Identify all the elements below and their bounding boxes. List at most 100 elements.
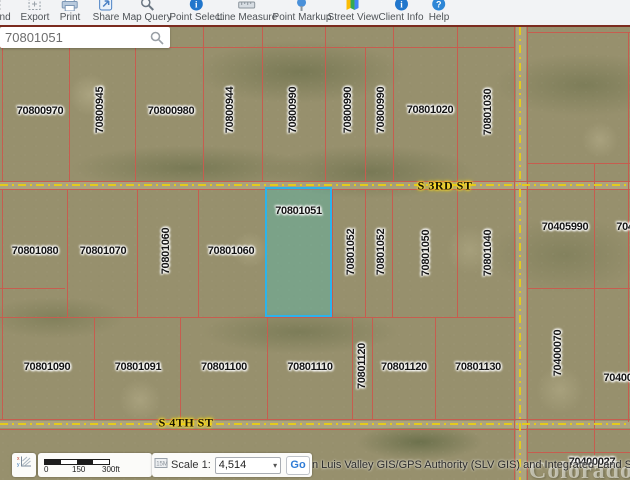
road-centerline (519, 27, 521, 480)
parcel-boundary-line (69, 27, 70, 181)
parcel-boundary-line (372, 317, 373, 420)
toolbar-item-label: Line Measure (216, 12, 278, 23)
map-query-icon (139, 0, 155, 11)
toolbar-item-label: Help (428, 12, 450, 23)
toolbar-item-label: Point Select (169, 12, 223, 23)
parcel-label: 70801060 (207, 245, 255, 257)
toolbar-item-label: Map Query (122, 12, 172, 23)
parcel-label: 70800970 (16, 105, 64, 117)
xy-coordinates-button[interactable]: xy (12, 453, 36, 477)
selected-parcel-highlight: 70801051 (265, 187, 332, 317)
parcel-boundary-line (135, 27, 136, 181)
map-attribution: n Luis Valley GIS/GPS Authority (SLV GIS… (312, 459, 630, 471)
parcel-label: 70801120 (381, 361, 427, 373)
parcel-label: 70800990 (342, 86, 354, 134)
parcel-boundary-line (514, 27, 515, 480)
toolbar-item-client-info[interactable]: i Client Info (378, 0, 424, 25)
parcel-boundary-line (2, 190, 3, 317)
toolbar-item-help[interactable]: ? Help (428, 0, 450, 25)
parcel-label: 70801110 (287, 361, 333, 373)
toolbar-item-label: Street View (327, 12, 379, 23)
point-select-icon: i▾ (188, 0, 204, 11)
scale-dropdown[interactable]: 4,514 ▾ (214, 456, 282, 474)
parcel-label: 70801030 (482, 88, 494, 136)
toolbar-item-street-view[interactable]: Street View (327, 0, 379, 25)
svg-text:15M: 15M (156, 461, 168, 467)
xy-grid-icon: xy (17, 455, 32, 475)
parcel-label: 70400070 (552, 329, 564, 377)
legend-icon (0, 0, 2, 11)
parcel-boundary-line (0, 288, 65, 289)
toolbar-item-label: Share (92, 12, 120, 23)
help-icon: ? (431, 0, 447, 11)
parcel-boundary-line (0, 429, 630, 430)
export-icon (27, 0, 43, 11)
scalebar-tick: 300ft (102, 465, 120, 474)
parcel-boundary-line (365, 47, 366, 181)
share-icon (98, 0, 114, 11)
toolbar-item-print[interactable]: Print (60, 0, 80, 25)
parcel-boundary-line (392, 190, 393, 317)
scale-label: Scale 1: (171, 459, 211, 471)
map-canvas[interactable]: 70801051 70800970 70800945 70800980 7080094… (0, 0, 630, 480)
search-icon[interactable] (150, 31, 164, 45)
parcel-label: 70801060 (160, 227, 172, 275)
scale-icon: 15M (154, 456, 168, 475)
parcel-boundary-line (198, 190, 199, 317)
chevron-down-icon: ▾ (273, 460, 278, 470)
toolbar-item-point-select[interactable]: i▾Point Select (169, 0, 223, 25)
point-markup-icon: ▾ (294, 0, 310, 11)
parcel-label: 70801120 (356, 343, 368, 389)
parcel-label: 70405990 (541, 221, 589, 233)
search-input[interactable]: 70801051 (0, 27, 170, 48)
parcel-boundary-line (527, 288, 630, 289)
parcel-label: 70800990 (287, 86, 299, 134)
road-north-south (516, 27, 526, 480)
line-measure-icon: ▾ (238, 0, 256, 11)
road-centerline (0, 184, 630, 186)
toolbar-item-label: Export (20, 12, 50, 23)
toolbar-item-share[interactable]: Share (92, 0, 120, 25)
svg-text:?: ? (436, 0, 442, 10)
parcel-label: 70801052 (345, 228, 357, 276)
search-value: 70801051 (5, 30, 63, 45)
parcel-label: 70801050 (420, 229, 432, 277)
parcel-boundary-line (527, 452, 630, 453)
parcel-boundary-line (0, 317, 514, 318)
parcel-boundary-line (352, 317, 353, 420)
parcel-boundary-line (203, 27, 204, 181)
selected-parcel-label: 70801051 (275, 205, 322, 217)
parcel-label: 70801100 (201, 361, 247, 373)
parcel-boundary-line (325, 27, 326, 181)
parcel-boundary-line (267, 317, 268, 420)
parcel-boundary-line (180, 317, 181, 420)
parcel-label: 70801040 (482, 229, 494, 277)
parcel-boundary-line (527, 163, 630, 164)
go-button[interactable]: Go (286, 455, 310, 475)
parcel-label: 70400 (603, 372, 630, 384)
street-label-s-3rd-st: S 3RD ST (417, 178, 473, 193)
scalebar-tick: 150 (72, 465, 86, 474)
parcel-boundary-line (527, 27, 528, 480)
parcel-boundary-line (393, 27, 394, 181)
parcel-label: 70801052 (375, 228, 387, 276)
parcel-boundary-line (0, 181, 630, 182)
parcel-boundary-line (457, 27, 458, 181)
scale-value: 4,514 (218, 459, 247, 471)
parcel-boundary-line (527, 32, 630, 33)
scalebar-tick: 0 (44, 465, 49, 474)
toolbar-item-label: Legend (0, 12, 11, 23)
toolbar-item-map-query[interactable]: Map Query (122, 0, 172, 25)
street-view-icon (345, 0, 361, 11)
parcel-label: 70800945 (94, 86, 106, 134)
parcel-boundary-line (262, 27, 263, 181)
toolbar-item-point-markup[interactable]: ▾Point Markup (273, 0, 331, 25)
parcel-boundary-line (457, 190, 458, 317)
toolbar-item-legend[interactable]: Legend (0, 0, 11, 25)
toolbar-item-line-measure[interactable]: ▾Line Measure (216, 0, 278, 25)
parcel-label: 70801091 (114, 361, 162, 373)
parcel-boundary-line (94, 317, 95, 420)
street-label-s-4th-st: S 4TH ST (158, 415, 214, 430)
toolbar: LegendExportPrintShareMap Queryi▾Point S… (0, 0, 630, 25)
toolbar-item-export[interactable]: Export (20, 0, 50, 25)
